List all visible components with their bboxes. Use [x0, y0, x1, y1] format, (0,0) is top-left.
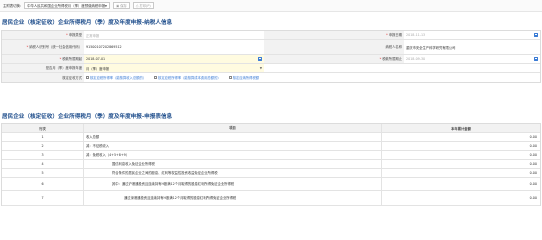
row-amount[interactable]: 0.00 — [382, 178, 540, 190]
form-switch-value: 中华人民共和国企业所得税月（季）度预缴纳税申报表 — [27, 4, 105, 8]
decl-date-value: 2018-11-13 — [406, 33, 426, 37]
row-item: 国债利息收入免征企业所得税 — [84, 160, 382, 168]
period-end-field[interactable]: 2018-09-30 — [404, 55, 540, 63]
period-start-label-text: 税款所属期起 — [62, 57, 82, 61]
row-no: 3 — [2, 151, 84, 159]
method-option-3[interactable]: 核定应纳所得税额 — [228, 75, 260, 80]
form-row: * 税款所属期起 2018-07-01 * 税款所属期止 2018-09-30 — [2, 55, 540, 64]
form-row: 核定征收方式 核定应税所得率（能核算收入总额的） 核定应税所得率（能核算成本费用… — [2, 73, 540, 82]
table-row: 6 其中：通过沪港通投资且连续持有H股满12个月取得的股息红利所得免征企业所得税… — [2, 178, 540, 191]
row-amount[interactable]: 0.00 — [382, 142, 540, 150]
taxpayer-info-form: * 申报类型 正常申报 * 申报日期 2018-11-13 * 纳税人识别号（统一社会… — [1, 30, 541, 83]
method-label: 核定征收方式 — [2, 73, 84, 82]
calendar-icon[interactable] — [534, 57, 538, 61]
table-header: 行次 项目 本年累计金额 — [2, 124, 540, 133]
checkbox-icon[interactable] — [154, 76, 158, 79]
calendar-icon[interactable] — [258, 57, 262, 61]
chevron-down-icon: ▼ — [104, 3, 108, 8]
save-label: 保存 — [120, 4, 127, 8]
row-no: 7 — [2, 191, 84, 205]
table-row: 7 通过深港通投资且连续持有H股满12个月取得的股息红利所得免征企业所得税 0.… — [2, 191, 540, 206]
table-row: 1 收入总额 0.00 — [2, 133, 540, 142]
row-amount[interactable]: 0.00 — [382, 169, 540, 177]
period-end-label: * 税款所属期止 — [264, 55, 404, 63]
required-mark: * — [59, 57, 62, 61]
row-no: 2 — [2, 142, 84, 150]
row-amount[interactable]: 0.00 — [382, 191, 540, 205]
decl-date-label-text: 申报日期 — [388, 33, 402, 37]
print-label: 打印(P) — [139, 4, 151, 8]
chevron-down-icon: ▼ — [259, 66, 262, 70]
annual-value: 月（季）度申报 — [86, 66, 110, 71]
decl-type-label: * 申报类型 — [2, 31, 84, 39]
table-row: 4 国债利息收入免征企业所得税 0.00 — [2, 160, 540, 169]
table-row: 5 符合条件的居民企业之间的股息、红利等权益性投资收益免征企业所得税 0.00 — [2, 169, 540, 178]
annual-label: 是否月（季）度申报年度 — [2, 64, 84, 72]
method-options: 核定应税所得率（能核算收入总额的） 核定应税所得率（能核算成本费用总额的） 核定… — [84, 73, 540, 82]
annual-select[interactable]: 月（季）度申报 ▼ — [84, 64, 264, 72]
row-item: 其中：通过沪港通投资且连续持有H股满12个月取得的股息红利所得免征企业所得税 — [84, 178, 382, 190]
table-row: 2 减：不征税收入 0.00 — [2, 142, 540, 151]
row-no: 1 — [2, 133, 84, 141]
required-mark: * — [26, 45, 29, 49]
save-button[interactable]: ▣ 保存 — [113, 2, 130, 9]
taxpayer-id-label: * 纳税人识别号（统一社会信用代码） — [2, 40, 84, 54]
decl-date-label: * 申报日期 — [264, 31, 404, 39]
row-item: 减：免税收入（4+5+8+9） — [84, 151, 382, 159]
table-row: 3 减：免税收入（4+5+8+9） 0.00 — [2, 151, 540, 160]
form-switch-label: 主附表切换: — [3, 4, 22, 8]
method-option-2-label: 核定应税所得率（能核算成本费用总额的） — [158, 76, 221, 80]
row-amount: 0.00 — [529, 153, 537, 157]
header-amount: 本年累计金额 — [451, 126, 471, 131]
required-mark: * — [66, 33, 68, 37]
row-no: 4 — [2, 160, 84, 168]
method-option-3-label: 核定应纳所得税额 — [232, 76, 260, 80]
row-amount[interactable]: 0.00 — [382, 133, 540, 141]
toolbar: 主附表切换: 中华人民共和国企业所得税月（季）度预缴纳税申报表 ▼ ▣ 保存 ⎙… — [0, 0, 542, 12]
checkbox-icon[interactable] — [228, 76, 232, 79]
header-item: 项目 — [84, 124, 382, 132]
required-mark: * — [379, 57, 382, 61]
period-end-value: 2018-09-30 — [406, 57, 426, 61]
section-title-taxpayer-info: 居民企业（核定征收）企业所得税月（季）度及年度申报-纳税人信息 — [2, 20, 173, 26]
print-icon: ⎙ — [135, 3, 139, 8]
method-option-2[interactable]: 核定应税所得率（能核算成本费用总额的） — [154, 75, 221, 80]
decl-type-label-text: 申报类型 — [68, 33, 82, 37]
taxpayer-id-label-text: 纳税人识别号（统一社会信用代码） — [29, 45, 82, 49]
checkbox-icon[interactable] — [86, 76, 89, 79]
period-end-label-text: 税款所属期止 — [382, 57, 402, 61]
period-start-value: 2018-07-01 — [86, 57, 106, 61]
row-item: 减：不征税收入 — [84, 142, 382, 150]
save-icon: ▣ — [116, 3, 120, 8]
header-row-no: 行次 — [2, 124, 84, 132]
method-option-1[interactable]: 核定应税所得率（能核算收入总额的） — [86, 75, 146, 80]
form-row: 是否月（季）度申报年度 月（季）度申报 ▼ — [2, 64, 540, 73]
declaration-table: 行次 项目 本年累计金额 1 收入总额 0.00 2 减：不征税收入 0.00 … — [1, 123, 541, 206]
form-switch-select[interactable]: 中华人民共和国企业所得税月（季）度预缴纳税申报表 ▼ — [24, 2, 111, 9]
row-item: 收入总额 — [84, 133, 382, 141]
period-start-field[interactable]: 2018-07-01 — [84, 55, 264, 63]
taxpayer-id-field[interactable]: 91500107202869512 — [84, 40, 264, 54]
row-no: 6 — [2, 178, 84, 190]
decl-date-field[interactable]: 2018-11-13 — [404, 31, 540, 39]
decl-type-field[interactable]: 正常申报 — [84, 31, 264, 39]
period-start-label: * 税款所属期起 — [2, 55, 84, 63]
row-amount[interactable]: 0.00 — [382, 160, 540, 168]
required-mark: * — [386, 33, 388, 37]
row-no: 5 — [2, 169, 84, 177]
print-button[interactable]: ⎙ 打印(P) — [132, 2, 154, 9]
form-row: * 申报类型 正常申报 * 申报日期 2018-11-13 — [2, 31, 540, 40]
row-item: 通过深港通投资且连续持有H股满12个月取得的股息红利所得免征企业所得税 — [84, 191, 382, 205]
taxpayer-name-field[interactable]: 重庆市安全生产科学研究有限公司 — [404, 40, 540, 54]
row-item: 符合条件的居民企业之间的股息、红利等权益性投资收益免征企业所得税 — [84, 169, 382, 177]
section-title-declaration: 居民企业（核定征收）企业所得税月（季）度及年度申报-申报表信息 — [2, 114, 173, 120]
form-row: * 纳税人识别号（统一社会信用代码） 91500107202869512 纳税人名… — [2, 40, 540, 55]
taxpayer-name-label: 纳税人名称 — [264, 40, 404, 54]
method-option-1-label: 核定应税所得率（能核算收入总额的） — [90, 76, 147, 80]
calendar-icon[interactable] — [534, 33, 538, 37]
empty-cell — [264, 64, 540, 72]
